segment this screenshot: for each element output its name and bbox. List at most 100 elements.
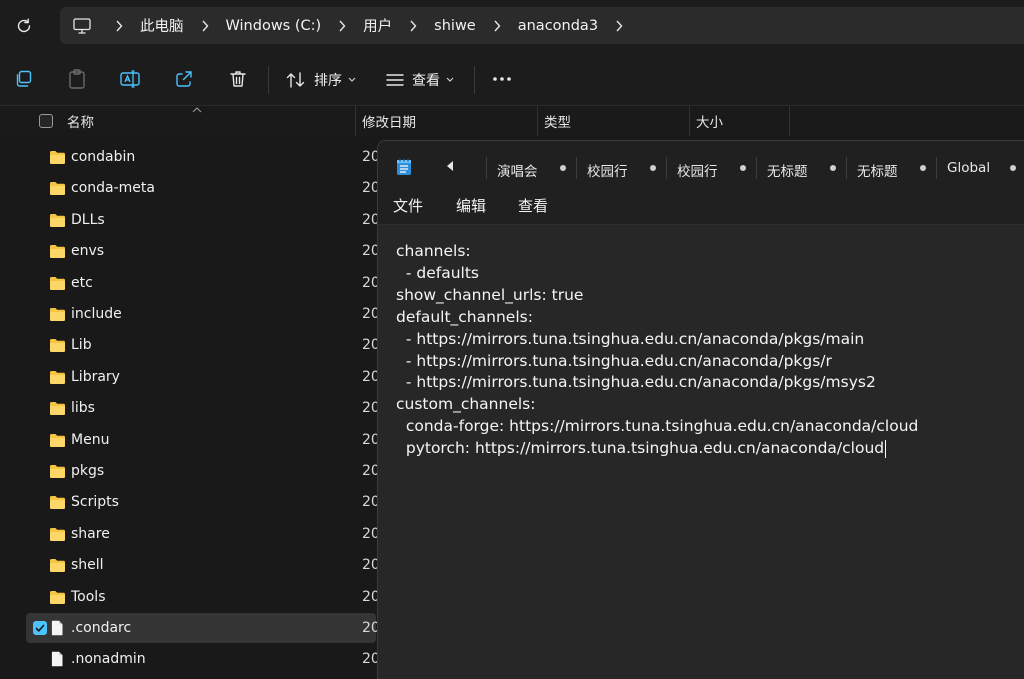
file-name: Scripts xyxy=(71,494,119,511)
folder-icon xyxy=(50,465,65,478)
more-options-button[interactable] xyxy=(489,66,515,92)
chevron-right-icon xyxy=(616,20,623,31)
file-list-row[interactable]: Menu 20 xyxy=(26,425,380,455)
column-header-modified[interactable]: 修改日期 xyxy=(362,106,416,136)
sort-ascending-icon xyxy=(192,107,202,113)
delete-button[interactable] xyxy=(225,66,251,92)
menu-edit[interactable]: 编辑 xyxy=(456,195,486,216)
file-list-row[interactable]: .condarc 20 xyxy=(26,613,380,643)
rename-button[interactable] xyxy=(117,66,143,92)
view-button[interactable]: 查看 xyxy=(386,65,454,95)
file-list-row[interactable]: shell 20 xyxy=(26,550,380,580)
file-list-row[interactable]: envs 20 xyxy=(26,236,380,266)
file-name: Library xyxy=(71,368,120,385)
file-icon xyxy=(51,620,63,636)
file-name: share xyxy=(71,525,110,542)
chevron-down-icon xyxy=(348,77,356,82)
file-list-row[interactable]: Scripts 20 xyxy=(26,487,380,517)
breadcrumb-anaconda3[interactable]: anaconda3 xyxy=(512,18,604,34)
notepad-window: 演唱会 校园行 校园行 无标题 无标题 Global 文件 编辑 查看 channels:… xyxy=(377,140,1024,679)
file-name: libs xyxy=(71,400,95,417)
notepad-app-icon xyxy=(397,158,411,175)
select-all-checkbox[interactable] xyxy=(39,114,53,128)
notepad-tab[interactable]: 校园行 xyxy=(677,160,718,180)
scroll-tabs-left-icon[interactable] xyxy=(446,161,454,171)
column-divider[interactable] xyxy=(355,106,356,136)
breadcrumb-user[interactable]: shiwe xyxy=(428,18,482,34)
file-list-row[interactable]: Lib 20 xyxy=(26,330,380,360)
folder-icon xyxy=(50,559,65,573)
row-checkbox[interactable] xyxy=(33,621,47,635)
share-button[interactable] xyxy=(171,66,197,92)
notepad-tab[interactable]: Global xyxy=(947,160,990,176)
file-list-row[interactable]: libs 20 xyxy=(26,393,380,423)
tab-divider xyxy=(666,157,667,179)
file-name: .nonadmin xyxy=(71,651,146,668)
breadcrumb-drive-c[interactable]: Windows (C:) xyxy=(220,18,328,34)
file-name: shell xyxy=(71,557,104,574)
chevron-right-icon xyxy=(339,20,346,31)
menu-file[interactable]: 文件 xyxy=(393,195,423,216)
file-list-row[interactable]: share 20 xyxy=(26,519,380,549)
file-list-row[interactable]: .nonadmin 20 xyxy=(26,644,380,674)
file-list-row[interactable]: Library 20 xyxy=(26,362,380,392)
view-list-icon xyxy=(386,74,404,86)
copy-button[interactable] xyxy=(10,66,36,92)
chevron-right-icon xyxy=(410,20,417,31)
file-list-row[interactable]: DLLs 20 xyxy=(26,205,380,235)
this-pc-crumb[interactable] xyxy=(60,17,104,34)
breadcrumb-separator[interactable] xyxy=(482,20,512,32)
folder-icon xyxy=(50,339,65,353)
paste-button[interactable] xyxy=(64,66,90,92)
column-header-name[interactable]: 名称 xyxy=(67,106,94,136)
column-divider[interactable] xyxy=(537,106,538,136)
text-line: custom_channels: xyxy=(396,395,536,414)
file-name: .condarc xyxy=(71,620,132,636)
address-row: 此电脑 Windows (C:) 用户 shiwe anaconda3 xyxy=(0,0,1024,52)
folder-icon xyxy=(50,182,65,196)
notepad-tab-bar: 演唱会 校园行 校园行 无标题 无标题 Global xyxy=(378,141,1024,187)
toolbar-divider xyxy=(474,66,475,94)
breadcrumb-separator[interactable] xyxy=(604,20,634,32)
text-line: pytorch: https://mirrors.tuna.tsinghua.e… xyxy=(396,439,885,458)
address-bar[interactable]: 此电脑 Windows (C:) 用户 shiwe anaconda3 xyxy=(60,7,1024,44)
chevron-right-icon xyxy=(201,20,208,31)
notepad-text-editor[interactable]: channels: - defaults show_channel_urls: t… xyxy=(378,225,1024,679)
breadcrumb-users[interactable]: 用户 xyxy=(357,15,398,36)
notepad-tab[interactable]: 演唱会 xyxy=(497,160,538,180)
notepad-tab[interactable]: 无标题 xyxy=(767,160,808,180)
file-name: pkgs xyxy=(71,463,105,479)
folder-icon xyxy=(50,590,65,604)
file-list-row[interactable]: pkgs 20 xyxy=(26,456,380,486)
file-list-row[interactable]: condabin 20 xyxy=(26,142,380,172)
file-name: Tools xyxy=(71,588,106,605)
breadcrumb-separator[interactable] xyxy=(327,20,357,32)
menu-view[interactable]: 查看 xyxy=(518,195,548,216)
breadcrumb-separator[interactable] xyxy=(190,20,220,32)
tab-divider xyxy=(486,157,487,179)
refresh-button[interactable] xyxy=(10,12,38,40)
text-line: - https://mirrors.tuna.tsinghua.edu.cn/a… xyxy=(396,373,876,392)
breadcrumb-separator[interactable] xyxy=(398,20,428,32)
file-list: condabin 20 conda-meta 20 DLLs 20 envs 20 etc 20 i… xyxy=(0,140,380,679)
column-header-type[interactable]: 类型 xyxy=(544,106,571,136)
unsaved-dot-icon xyxy=(560,165,566,171)
column-header-size[interactable]: 大小 xyxy=(696,106,723,136)
file-list-row[interactable]: etc 20 xyxy=(26,268,380,298)
file-list-row[interactable]: include 20 xyxy=(26,299,380,329)
breadcrumb-separator[interactable] xyxy=(104,20,134,32)
text-line: show_channel_urls: true xyxy=(396,285,584,304)
sort-button[interactable]: 排序 xyxy=(286,65,356,95)
notepad-tab[interactable]: 校园行 xyxy=(587,160,628,180)
text-line: - https://mirrors.tuna.tsinghua.edu.cn/a… xyxy=(396,351,832,370)
file-list-row[interactable]: conda-meta 20 xyxy=(26,173,380,203)
text-line: conda-forge: https://mirrors.tuna.tsingh… xyxy=(396,417,919,436)
notepad-menu-bar: 文件 编辑 查看 xyxy=(378,187,1024,225)
column-divider[interactable] xyxy=(689,106,690,136)
notepad-tab[interactable]: 无标题 xyxy=(857,160,898,180)
copy-icon xyxy=(16,70,32,87)
file-list-row[interactable]: Tools 20 xyxy=(26,582,380,612)
folder-icon xyxy=(50,151,65,164)
column-divider[interactable] xyxy=(789,106,790,136)
breadcrumb-this-pc[interactable]: 此电脑 xyxy=(134,15,190,36)
